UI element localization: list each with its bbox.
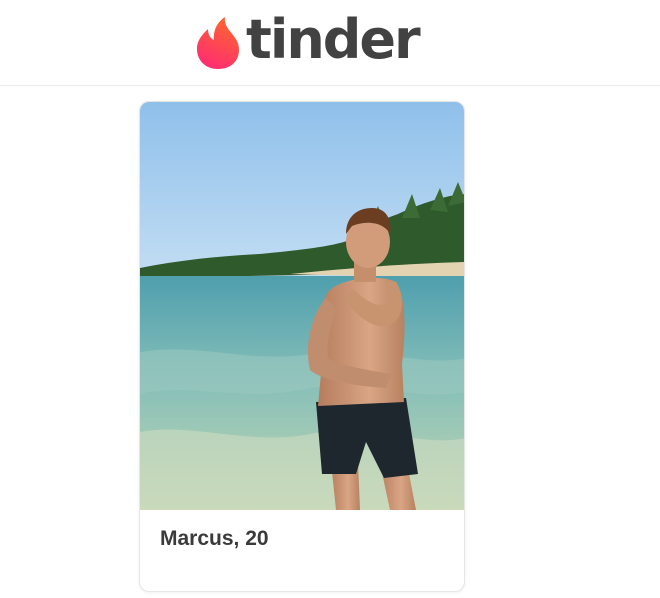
profile-card[interactable]: Marcus, 20 xyxy=(139,101,465,592)
profile-photo[interactable] xyxy=(140,102,465,510)
profile-name-age: Marcus, 20 xyxy=(160,527,269,550)
flame-icon xyxy=(197,17,239,69)
app-header: tinder xyxy=(0,0,660,86)
tinder-wordmark: tinder xyxy=(246,8,421,71)
tinder-logo[interactable]: tinder xyxy=(196,8,421,71)
